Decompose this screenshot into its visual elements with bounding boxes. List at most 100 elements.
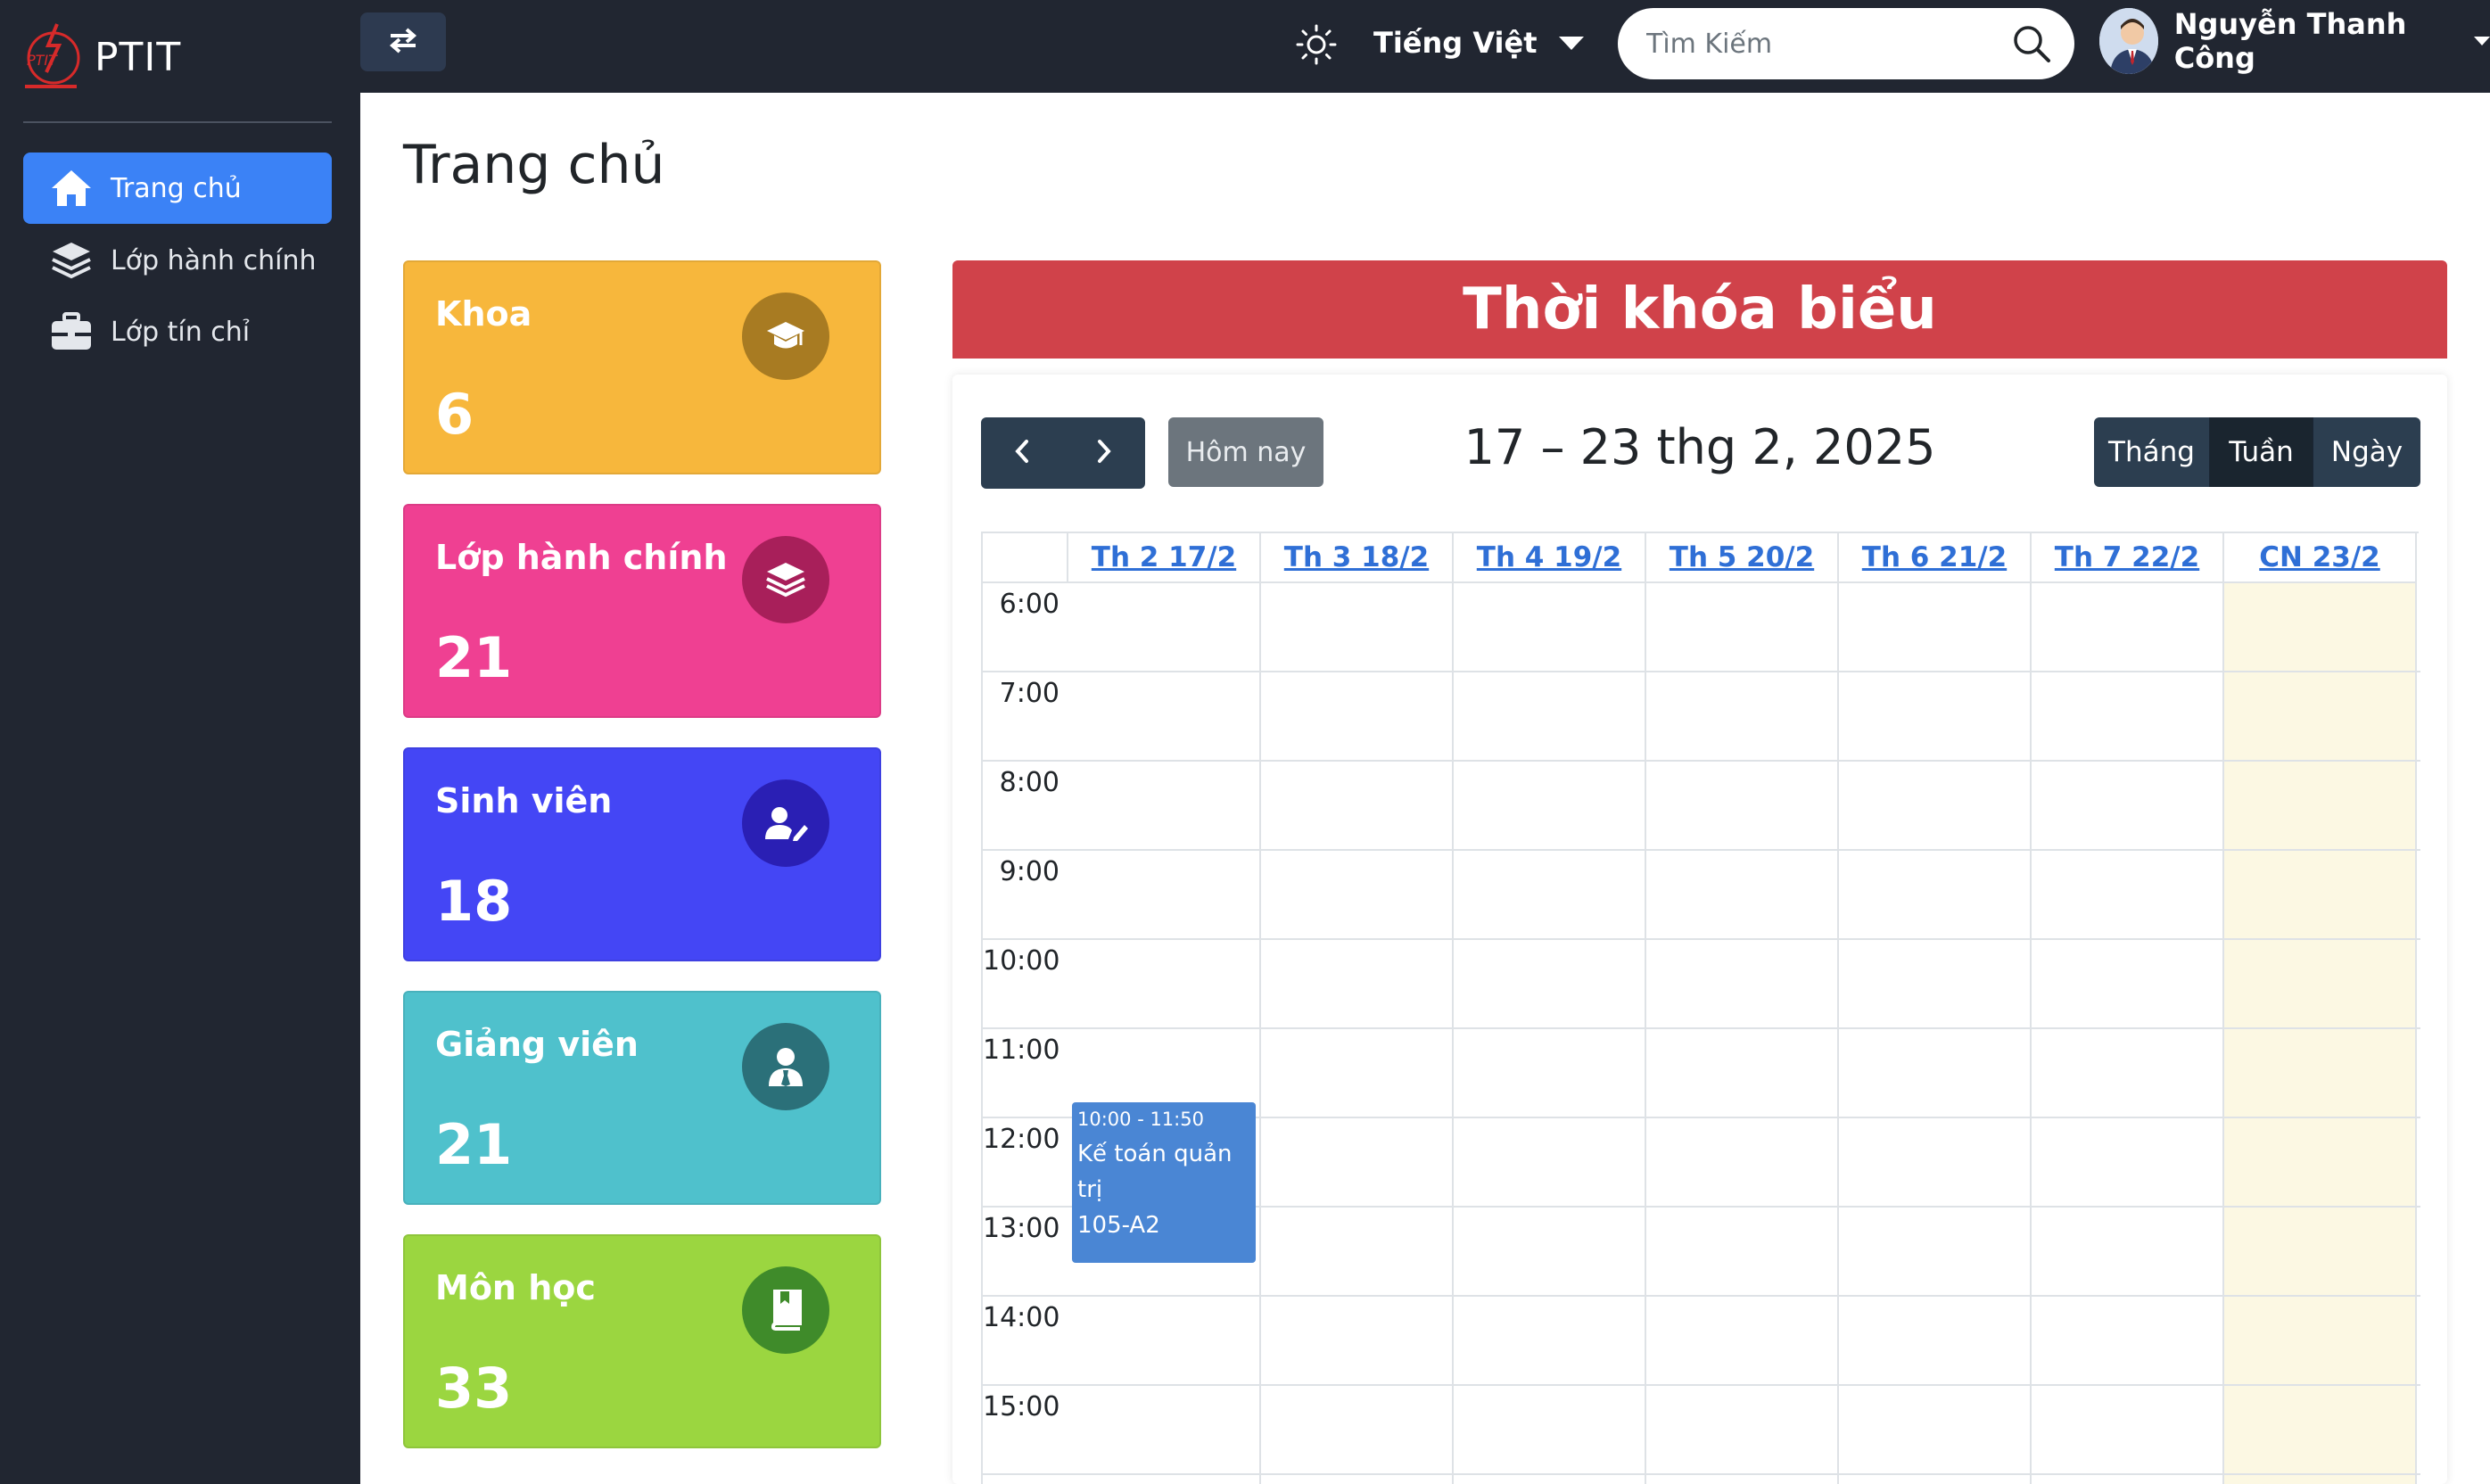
user-tie-icon — [742, 1023, 829, 1110]
hour-line — [983, 1473, 2420, 1475]
chevron-right-icon — [1093, 438, 1115, 468]
avatar — [2099, 8, 2158, 74]
day-column[interactable] — [1839, 583, 2032, 1484]
graduation-cap-icon — [742, 293, 829, 380]
time-gutter-header — [983, 533, 1068, 583]
sidebar-item-lop-hanh-chinh[interactable]: Lớp hành chính — [23, 225, 332, 296]
view-switcher: Tháng Tuần Ngày — [2094, 417, 2420, 487]
week-grid: Th 2 17/2 Th 3 18/2 Th 4 19/2 Th 5 20/2 Th 6… — [981, 532, 2420, 1484]
calendar-nav-group — [981, 417, 1145, 489]
event-time: 10:00 - 11:50 — [1077, 1109, 1204, 1130]
day-column[interactable] — [1646, 583, 1839, 1484]
hour-line — [983, 849, 2420, 851]
today-button[interactable]: Hôm nay — [1168, 417, 1323, 487]
stat-card-value: 6 — [435, 382, 474, 447]
calendar-event[interactable]: 10:00 - 11:50 Kế toán quản trị 105-A2 — [1072, 1102, 1256, 1263]
briefcase-icon — [48, 309, 95, 355]
hour-line — [983, 938, 2420, 940]
caret-down-icon — [2474, 37, 2490, 45]
stat-card-value: 21 — [435, 625, 513, 690]
stat-card-lop-hanh-chinh[interactable]: Lớp hành chính 21 — [403, 504, 881, 718]
day-header-link[interactable]: Th 5 20/2 — [1646, 533, 1839, 583]
day-header-link[interactable]: Th 2 17/2 — [1068, 533, 1261, 583]
user-name: Nguyễn Thanh Công — [2173, 7, 2407, 75]
prev-week-button[interactable] — [981, 417, 1063, 489]
time-label: 6:00 — [999, 589, 1059, 620]
hour-line — [983, 760, 2420, 762]
time-label: 13:00 — [983, 1213, 1060, 1244]
language-dropdown[interactable]: Tiếng Việt — [1373, 20, 1584, 66]
day-header-link[interactable]: Th 7 22/2 — [2032, 533, 2224, 583]
user-menu[interactable]: Nguyễn Thanh Công — [2099, 5, 2490, 77]
calendar: Hôm nay 17 – 23 thg 2, 2025 Tháng Tuần N… — [952, 375, 2447, 1484]
chevron-left-icon — [1011, 438, 1033, 468]
hour-line — [983, 1027, 2420, 1029]
view-week-button[interactable]: Tuần — [2210, 417, 2313, 487]
day-column[interactable] — [1261, 583, 1454, 1484]
time-label: 10:00 — [983, 945, 1060, 977]
stat-card-label: Lớp hành chính — [435, 538, 728, 577]
time-label: 11:00 — [983, 1035, 1060, 1066]
day-header-link[interactable]: CN 23/2 — [2224, 533, 2417, 583]
page-title: Trang chủ — [403, 134, 665, 196]
sidebar-item-lop-tin-chi[interactable]: Lớp tín chỉ — [23, 296, 332, 367]
sidebar: PTIT PTIT Trang chủ Lớp hành chính Lớp t… — [0, 0, 360, 1484]
swap-arrows-icon — [387, 27, 419, 57]
day-column[interactable] — [2224, 583, 2417, 1484]
view-day-button[interactable]: Ngày — [2313, 417, 2420, 487]
stat-card-khoa[interactable]: Khoa 6 — [403, 260, 881, 474]
stat-card-label: Giảng viên — [435, 1025, 639, 1064]
book-icon — [742, 1266, 829, 1354]
next-week-button[interactable] — [1063, 417, 1145, 489]
topbar: Tiếng Việt Nguyễn Thanh Công — [360, 0, 2490, 93]
svg-text:PTIT: PTIT — [27, 52, 58, 69]
search-box — [1618, 8, 2074, 79]
event-title: Kế toán quản trị — [1077, 1141, 1233, 1203]
layers-icon — [48, 237, 95, 284]
event-room: 105-A2 — [1077, 1212, 1160, 1239]
language-label: Tiếng Việt — [1373, 26, 1538, 60]
sidebar-divider — [23, 121, 332, 123]
calendar-header: Thời khóa biểu — [952, 260, 2447, 359]
brand-name: PTIT — [95, 34, 182, 80]
hour-line — [983, 1295, 2420, 1297]
time-label: 14:00 — [983, 1302, 1060, 1333]
time-label: 7:00 — [999, 678, 1059, 709]
time-label: 8:00 — [999, 767, 1059, 798]
search-icon[interactable] — [2012, 24, 2051, 63]
stat-card-giang-vien[interactable]: Giảng viên 21 — [403, 991, 881, 1205]
stat-card-value: 18 — [435, 869, 513, 934]
calendar-title: Thời khóa biểu — [1463, 276, 1937, 342]
time-label: 9:00 — [999, 856, 1059, 887]
time-label: 15:00 — [983, 1391, 1060, 1422]
day-header-link[interactable]: Th 3 18/2 — [1261, 533, 1454, 583]
day-header-link[interactable]: Th 4 19/2 — [1454, 533, 1646, 583]
ptit-logo: PTIT — [25, 23, 80, 88]
stat-card-sinh-vien[interactable]: Sinh viên 18 — [403, 747, 881, 961]
sun-icon[interactable] — [1295, 23, 1338, 66]
sidebar-item-label: Lớp tín chỉ — [111, 316, 251, 348]
sidebar-item-label: Lớp hành chính — [111, 244, 317, 276]
day-column[interactable] — [1454, 583, 1646, 1484]
day-column[interactable] — [2032, 583, 2224, 1484]
search-input[interactable] — [1646, 28, 2003, 60]
user-edit-icon — [742, 779, 829, 867]
time-label: 12:00 — [983, 1124, 1060, 1155]
brand[interactable]: PTIT PTIT — [21, 18, 181, 96]
view-month-button[interactable]: Tháng — [2094, 417, 2210, 487]
stat-card-label: Môn học — [435, 1268, 596, 1307]
day-header-link[interactable]: Th 6 21/2 — [1839, 533, 2032, 583]
home-icon — [48, 165, 95, 211]
stat-card-value: 33 — [435, 1356, 513, 1421]
sidebar-toggle-button[interactable] — [360, 12, 446, 71]
hour-line — [983, 1384, 2420, 1386]
layers-icon — [742, 536, 829, 623]
stat-card-value: 21 — [435, 1112, 513, 1177]
sidebar-item-label: Trang chủ — [111, 172, 242, 204]
stat-card-mon-hoc[interactable]: Môn học 33 — [403, 1234, 881, 1448]
caret-down-icon — [1558, 36, 1584, 50]
stat-card-label: Sinh viên — [435, 781, 613, 820]
day-column[interactable] — [1068, 583, 1261, 1484]
sidebar-item-trang-chu[interactable]: Trang chủ — [23, 153, 332, 224]
stat-card-label: Khoa — [435, 294, 532, 334]
